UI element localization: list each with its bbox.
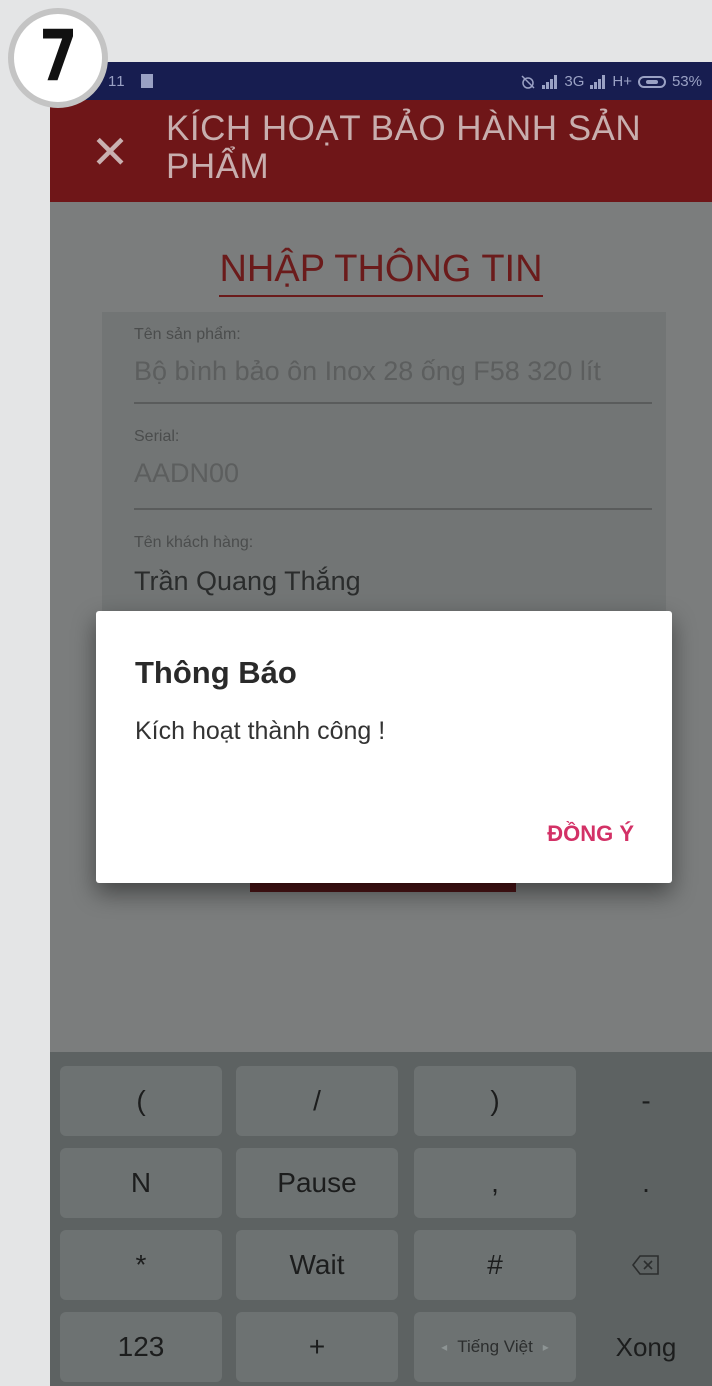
key-done[interactable]: Xong — [590, 1312, 702, 1382]
serial-underline — [134, 508, 652, 510]
key-close-paren[interactable]: ) — [414, 1066, 576, 1136]
status-left-text: 11 — [108, 73, 153, 90]
serial-field[interactable]: AADN00 — [134, 458, 652, 489]
key-asterisk[interactable]: * — [60, 1230, 222, 1300]
app-title: KÍCH HOẠT BẢO HÀNH SẢN PHẨM — [166, 109, 642, 186]
customer-name-field[interactable]: Trần Quang Thắng — [134, 566, 652, 597]
keyboard: ( / ) - N Pause , . * Wait # 123 + ◂ Tiế… — [50, 1052, 712, 1386]
notification-dialog: Thông Báo Kích hoạt thành công ! ĐỒNG Ý — [96, 611, 672, 883]
key-123[interactable]: 123 — [60, 1312, 222, 1382]
language-right-arrow-icon: ▸ — [542, 1340, 549, 1354]
battery-icon — [637, 75, 666, 88]
signal-icon — [542, 74, 558, 89]
serial-label: Serial: — [134, 428, 180, 445]
customer-name-label: Tên khách hàng: — [134, 534, 254, 551]
key-wait[interactable]: Wait — [236, 1230, 398, 1300]
key-pause[interactable]: Pause — [236, 1148, 398, 1218]
network-type-2: H+ — [612, 73, 632, 90]
step-badge: 7 — [8, 8, 108, 108]
section-heading: NHẬP THÔNG TIN — [50, 248, 712, 297]
dialog-title: Thông Báo — [135, 655, 297, 690]
key-minus[interactable]: - — [590, 1066, 702, 1136]
key-hash[interactable]: # — [414, 1230, 576, 1300]
product-name-underline — [134, 402, 652, 404]
language-left-arrow-icon: ◂ — [441, 1340, 448, 1354]
battery-level: 53% — [671, 73, 702, 90]
facebook-icon — [140, 74, 153, 88]
dialog-message: Kích hoạt thành công ! — [135, 717, 386, 745]
submit-button[interactable] — [250, 882, 516, 892]
step-number: 7 — [38, 15, 78, 97]
key-n[interactable]: N — [60, 1148, 222, 1218]
key-plus[interactable]: + — [236, 1312, 398, 1382]
key-open-paren[interactable]: ( — [60, 1066, 222, 1136]
language-label: Tiếng Việt — [457, 1337, 533, 1356]
key-comma[interactable]: , — [414, 1148, 576, 1218]
backspace-key[interactable] — [590, 1230, 702, 1300]
product-name-label: Tên sản phẩm: — [134, 326, 241, 343]
key-language[interactable]: ◂ Tiếng Việt ▸ — [414, 1312, 576, 1382]
product-name-field[interactable]: Bộ bình bảo ôn Inox 28 ống F58 320 lít — [134, 356, 652, 387]
status-bar: 11 3G H+ 53% — [50, 62, 712, 100]
backspace-icon — [632, 1255, 659, 1275]
app-bar: ✕ KÍCH HOẠT BẢO HÀNH SẢN PHẨM — [50, 100, 712, 202]
signal-icon-2 — [590, 74, 606, 89]
key-slash[interactable]: / — [236, 1066, 398, 1136]
status-indicators: 3G H+ 53% — [520, 73, 702, 90]
close-icon[interactable]: ✕ — [88, 129, 132, 175]
key-period[interactable]: . — [590, 1148, 702, 1218]
network-type: 3G — [564, 73, 585, 90]
dialog-ok-button[interactable]: ĐỒNG Ý — [547, 821, 634, 847]
alarm-off-icon — [521, 74, 535, 89]
